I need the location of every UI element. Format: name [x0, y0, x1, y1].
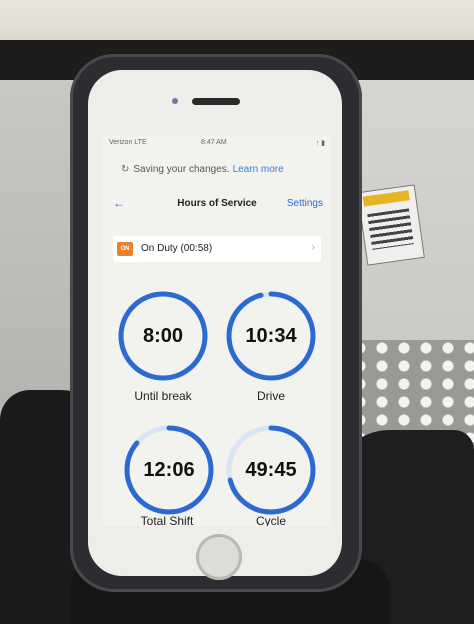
warning-sticker	[357, 184, 425, 266]
until-break-dial[interactable]: 8:00	[115, 288, 211, 384]
battery-icon: ↑ ▮	[315, 140, 325, 147]
drive-label: Drive	[256, 389, 285, 403]
total-shift-value: 12:06	[143, 459, 195, 481]
until-break-label: Until break	[134, 389, 192, 403]
carrier-label: Verizon LTE	[109, 139, 147, 146]
status-bar: Verizon LTE 8:47 AM ↑ ▮	[103, 136, 331, 150]
settings-button[interactable]: Settings	[287, 198, 323, 209]
saving-text: Saving your changes.	[133, 164, 230, 175]
camera-icon	[172, 98, 178, 104]
total-shift-dial[interactable]: 12:06	[121, 422, 217, 518]
duty-status-label: On Duty (00:58)	[141, 243, 213, 254]
until-break-value: 8:00	[142, 325, 184, 347]
clock-time: 8:47 AM	[201, 139, 227, 146]
saving-banner: ↻ Saving your changes. Learn more	[121, 164, 284, 175]
on-duty-badge: ON	[117, 242, 133, 256]
duty-status-row[interactable]: ON On Duty (00:58) ›	[113, 236, 321, 262]
cycle-dial[interactable]: 49:45	[223, 422, 319, 518]
home-button[interactable]	[196, 534, 242, 580]
cycle-value: 49:45	[245, 459, 297, 481]
cycle-label: Cycle	[255, 514, 286, 526]
phone-screen: Verizon LTE 8:47 AM ↑ ▮ ↻ Saving your cha…	[103, 136, 331, 526]
spinner-icon: ↻	[121, 164, 130, 175]
learn-more-link[interactable]: Learn more	[233, 164, 284, 175]
nav-bar: ← Hours of Service Settings	[103, 194, 331, 218]
drive-value: 10:34	[245, 325, 297, 347]
total-shift-label: Total Shift	[140, 514, 194, 526]
chevron-right-icon: ›	[311, 242, 315, 253]
earpiece-speaker	[192, 98, 240, 105]
drive-dial[interactable]: 10:34	[223, 288, 319, 384]
